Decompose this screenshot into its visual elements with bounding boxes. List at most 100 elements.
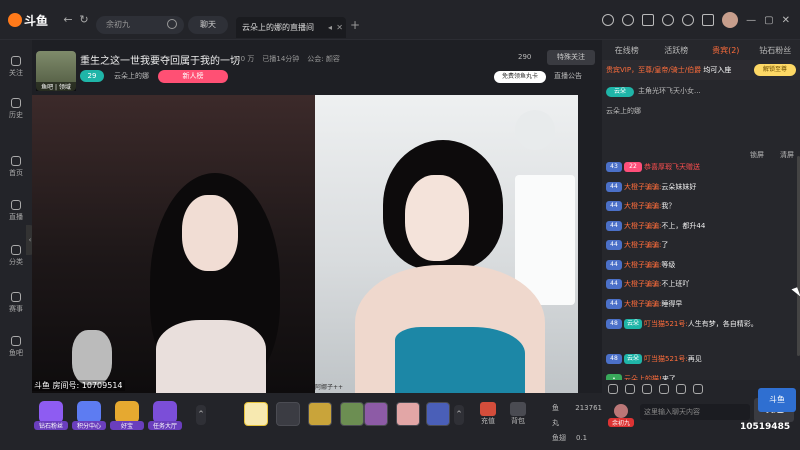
avatar[interactable] [722, 12, 739, 28]
gift-thumb-icon[interactable] [244, 402, 268, 426]
close-tab-icon[interactable]: ✕ [336, 17, 343, 38]
bag-icon[interactable] [693, 384, 703, 394]
settings-icon[interactable] [682, 14, 695, 26]
heart-icon[interactable] [659, 384, 669, 394]
chat-username[interactable]: 大橙子骗骗: [624, 222, 661, 230]
chat-username[interactable]: 大橙子骗骗: [624, 261, 661, 269]
gift-card-icon[interactable] [276, 402, 300, 426]
search-input[interactable]: 余初九 [96, 16, 184, 34]
user-level-badge: 44 [606, 298, 622, 309]
points-center-button[interactable]: 积分中心 [72, 401, 106, 435]
chat-message: 44 大橙子骗骗:不上班吖 [602, 275, 794, 295]
user-level-badge: 44 [606, 279, 622, 289]
free-gift-button[interactable]: 免费领鱼丸卡 [494, 71, 546, 83]
douyu-logo[interactable]: 斗鱼 [8, 12, 50, 28]
vip-notice: 贵宾VIP，至尊/皇帝/骑士/伯爵 均可入座 解锁至尊 [602, 60, 800, 80]
streamer-name[interactable]: 云朵上的娜 [114, 71, 149, 81]
body-shape [156, 320, 266, 393]
chat-text: 了 [661, 241, 669, 249]
bag-label: 背包 [511, 417, 525, 425]
chat-message: 44 大橙子骗骗:了 [602, 236, 794, 256]
gift-icon[interactable] [676, 384, 686, 394]
bag-button[interactable]: 背包 [506, 402, 530, 432]
sidebar-item-home[interactable]: 首页 [0, 156, 32, 186]
fan-badge-icon[interactable] [642, 384, 652, 394]
tab-room-title: 云朵上的娜的直播间 [242, 23, 314, 32]
treasure-button[interactable]: 好宝 [110, 401, 144, 435]
stream-title: 重生之这一世我要夺回属于我的一切 [80, 56, 240, 67]
fish-balls-value: 213761 [575, 404, 602, 412]
chat-input[interactable]: 这里输入聊天内容 [640, 404, 750, 420]
chat-text: 等级 [661, 260, 676, 269]
diamond-fans-button[interactable]: 钻石粉丝 [34, 401, 68, 435]
video-player[interactable]: 斗鱼 房间号: 10709514 阿娜子++ [32, 95, 578, 393]
fans-count: 290 [518, 53, 532, 61]
chat-username[interactable]: 叮当猫521号: [644, 320, 688, 328]
back-arrow-icon[interactable]: ← [62, 14, 74, 26]
fish-wings-label: 鱼翅 [552, 434, 566, 442]
minimize-button[interactable]: — [746, 15, 756, 26]
gift-rocket-icon[interactable] [426, 402, 450, 426]
gift-magic-icon[interactable] [364, 402, 388, 426]
gift-gold-icon[interactable] [308, 402, 332, 426]
sidebar-item-history[interactable]: 历史 [0, 98, 32, 128]
add-tab-button[interactable]: + [350, 18, 360, 32]
tab-diamond-fans[interactable]: 钻石粉丝 [751, 43, 800, 59]
calendar-icon[interactable] [642, 14, 655, 26]
grid-icon [11, 245, 21, 255]
gift-button-label: 任务大厅 [148, 421, 182, 430]
unlock-button[interactable]: 解锁至尊 [754, 64, 796, 76]
speaker-icon[interactable]: ◂ [328, 17, 332, 38]
points-icon [77, 401, 101, 423]
new-rank-button[interactable]: 新人榜 [158, 70, 228, 83]
chat-message: 44 大橙子骗骗:等级 [602, 256, 794, 276]
tab-online-rank[interactable]: 在线榜 [602, 43, 652, 59]
close-button[interactable]: ✕ [782, 15, 790, 26]
chat-button[interactable]: 聊天 [188, 16, 228, 34]
fish-icon [11, 336, 21, 346]
sidebar-item-label: 鱼吧 [9, 349, 23, 357]
sidebar-item-label: 首页 [9, 169, 23, 177]
task-hall-button[interactable]: 任务大厅 [148, 401, 182, 435]
top-bar: 斗鱼 ← ↻ 余初九 聊天 云朵上的娜的直播间 ◂ ✕ + — ▢ ✕ [0, 0, 800, 40]
user-level-badge: 44 [606, 201, 622, 211]
emoji-icon[interactable] [608, 384, 618, 394]
clock-icon[interactable] [602, 14, 615, 26]
next-gift-arrow[interactable]: ⌃ [454, 405, 464, 425]
search-icon[interactable] [167, 19, 177, 29]
tab-vip[interactable]: 贵宾(2) [701, 43, 751, 59]
recharge-button[interactable]: 充值 [476, 402, 500, 432]
chat-username[interactable]: 大橙子骗骗: [624, 183, 661, 191]
chat-message: ⬩ 云朵上的猫!来了 [602, 370, 794, 380]
chat-username[interactable]: 叮当猫521号: [644, 355, 688, 363]
chat-username[interactable]: 大橙子骗骗: [624, 241, 661, 249]
room-name: 云朵上的娜 [606, 107, 641, 115]
gift-cat-icon[interactable] [396, 402, 420, 426]
bag-icon [510, 402, 526, 416]
fan-badge: 云朵 [606, 87, 634, 97]
megaphone-icon[interactable] [625, 384, 635, 394]
tab-room[interactable]: 云朵上的娜的直播间 ◂ ✕ [236, 17, 346, 38]
chat-controls: 锁屏 清屏 [606, 150, 796, 159]
tab-active-rank[interactable]: 活跃榜 [652, 43, 702, 59]
gift-icon[interactable] [702, 14, 715, 26]
sidebar-item-events[interactable]: 赛事 [0, 292, 32, 322]
face-shape [405, 175, 469, 261]
sidebar-item-yuba[interactable]: 鱼吧 [0, 336, 32, 366]
sidebar-item-follow[interactable]: 关注 [0, 56, 32, 86]
streamer-avatar[interactable]: 鱼吧 | 领域 [36, 51, 76, 91]
refresh-icon[interactable]: ↻ [78, 14, 90, 26]
maximize-button[interactable]: ▢ [764, 15, 773, 26]
chat-username[interactable]: 大橙子骗骗: [624, 202, 661, 210]
chat-username[interactable]: 大橙子骗骗: [624, 280, 661, 288]
chat-username[interactable]: 大橙子骗骗: [624, 300, 661, 308]
mail-icon[interactable] [662, 14, 675, 26]
user-label: 余初九 [608, 418, 634, 427]
guild[interactable]: 公会: 颜容 [307, 54, 340, 64]
prev-gift-arrow[interactable]: ⌃ [196, 405, 206, 425]
user-avatar[interactable]: 余初九 [608, 404, 634, 434]
follow-button[interactable]: 特殊关注 [547, 50, 595, 65]
announcement-link[interactable]: 直播公告 [554, 71, 582, 81]
heart-icon[interactable] [622, 14, 635, 26]
gift-leaf-icon[interactable] [340, 402, 364, 426]
